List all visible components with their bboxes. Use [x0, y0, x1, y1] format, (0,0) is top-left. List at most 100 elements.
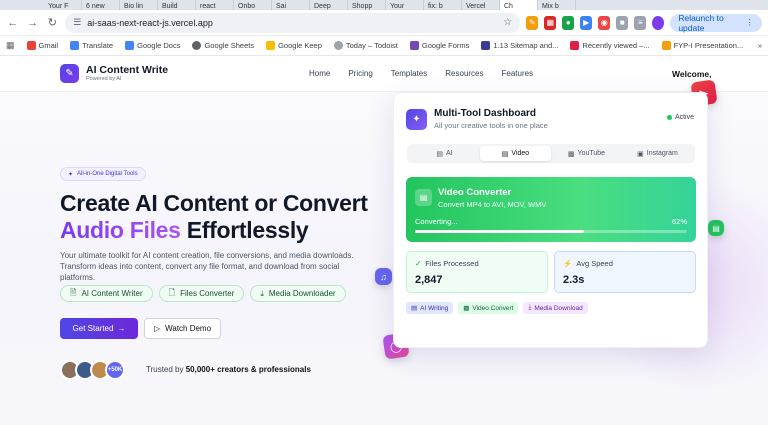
kebab-menu-icon[interactable]: ⋮ [746, 17, 755, 28]
bookmark-item[interactable]: 1.13 Sitemap and... [481, 41, 558, 50]
tag-ai-writing[interactable]: ▤ AI Writing [406, 302, 454, 314]
browser-tab[interactable]: Your [386, 0, 424, 10]
tab-instagram[interactable]: ▣ Instagram [622, 146, 693, 161]
chip-files-converter[interactable]: 🗋 Files Converter [158, 285, 245, 302]
file-icon: ▤ [501, 150, 509, 158]
stat-files-processed: ✓ Files Processed 2,847 [406, 251, 548, 293]
dashboard-header: ✦ Multi-Tool Dashboard All your creative… [406, 108, 548, 130]
address-bar[interactable]: ☰ ai-saas-next-react-js.vercel.app ☆ [65, 12, 521, 33]
pen-logo-icon[interactable]: ✎ [60, 64, 79, 83]
document-icon: 🗎 [70, 287, 77, 297]
browser-tab[interactable]: Mix b [538, 0, 576, 10]
url-text: ai-saas-next-react-js.vercel.app [87, 17, 213, 28]
record-extension-icon[interactable]: ◉ [598, 15, 611, 30]
browser-tab-strip: Your F 6 new Bio lin Build react Onbo Sa… [0, 0, 768, 10]
reload-icon[interactable]: ↻ [45, 15, 59, 31]
browser-tab[interactable]: Deep [310, 0, 348, 10]
bookmark-star-icon[interactable]: ☆ [503, 17, 512, 28]
watch-demo-button[interactable]: ▷ Watch Demo [144, 318, 221, 339]
brand-title: AI Content Write [86, 63, 169, 76]
main-menu: Home Pricing Templates Resources Feature… [309, 69, 551, 78]
tab-youtube[interactable]: ▩ YouTube [551, 146, 622, 161]
save-extension-icon[interactable]: ● [562, 15, 575, 30]
get-started-button[interactable]: Get Started → [60, 318, 138, 339]
bookmark-item[interactable]: Today – Todoist [333, 41, 398, 50]
document-icon: ▤ [411, 305, 418, 312]
chip-media-downloader[interactable]: ⤓ Media Downloader [250, 285, 346, 302]
browser-tab[interactable]: Sai [272, 0, 310, 10]
menu-item-resources[interactable]: Resources [445, 69, 483, 78]
stat-avg-speed: ⚡ Avg Speed 2.3s [554, 251, 696, 293]
hero-title-line1: Create AI Content or Convert [60, 190, 368, 216]
relaunch-button[interactable]: Relaunch to update ⋮ [670, 13, 763, 33]
sparkles-icon: ✦ [406, 108, 427, 130]
bookmark-item[interactable]: Google Docs [125, 41, 180, 50]
sparkle-icon: ✦ [68, 171, 74, 178]
converter-title: Video Converter [438, 187, 512, 198]
browser-tab[interactable]: react [196, 0, 234, 10]
profile-avatar[interactable] [652, 15, 665, 30]
puzzle-extension-icon[interactable]: ■ [616, 15, 629, 30]
menu-item-templates[interactable]: Templates [391, 69, 427, 78]
feature-chips: 🗎 AI Content Writer 🗋 Files Converter ⤓ Med… [60, 285, 346, 302]
tag-video-convert[interactable]: ▩ Video Convert [458, 302, 519, 314]
forward-icon[interactable]: → [26, 15, 40, 31]
browser-tab[interactable]: Vercel [462, 0, 500, 10]
menu-item-features[interactable]: Features [502, 69, 534, 78]
hero-title-rest: Effortlessly [186, 217, 309, 243]
browser-tab[interactable]: Bio lin [120, 0, 158, 10]
bookmark-item[interactable]: FYP-I Presentation... [661, 41, 743, 50]
dashboard-subtitle: All your creative tools in one place [434, 121, 548, 130]
progress-fill [415, 230, 584, 233]
bookmarks-bar: ▦ Gmail Translate Google Docs Google She… [0, 36, 768, 56]
hero-description: Your ultimate toolkit for AI content cre… [60, 251, 354, 282]
browser-tab[interactable]: fix: b [424, 0, 462, 10]
reading-list-icon[interactable]: ≡ [634, 15, 647, 30]
back-icon[interactable]: ← [6, 15, 20, 31]
bookmark-item[interactable]: Gmail [26, 41, 58, 50]
site-info-icon[interactable]: ☰ [73, 17, 81, 28]
user-avatars: +50K [60, 360, 125, 380]
more-bookmarks-icon[interactable]: » [758, 41, 762, 50]
bookmark-item[interactable]: Recently viewed –... [570, 41, 650, 50]
tag-media-download[interactable]: ⤓ Media Download [523, 302, 588, 314]
menu-item-pricing[interactable]: Pricing [348, 69, 372, 78]
brand-subtitle: Powered by AI [86, 76, 122, 82]
tab-ai[interactable]: ▤ AI [409, 146, 480, 161]
video-extension-icon[interactable]: ▶ [580, 15, 593, 30]
youtube-icon: ▩ [567, 150, 575, 158]
browser-tab[interactable]: 6 new [82, 0, 120, 10]
browser-tab[interactable]: Shopp [348, 0, 386, 10]
chip-ai-content-writer[interactable]: 🗎 AI Content Writer [60, 285, 153, 302]
bookmark-item[interactable]: Google Sheets [192, 41, 254, 50]
bookmark-item[interactable]: Translate [70, 41, 113, 50]
status-dot-icon [666, 115, 672, 120]
brand[interactable]: AI Content Write Powered by AI [86, 63, 169, 83]
trust-text: Trusted by 50,000+ creators & profession… [146, 365, 311, 374]
play-icon: ▷ [153, 324, 161, 333]
tab-video[interactable]: ▤ Video [480, 146, 551, 161]
download-icon: ⤓ [260, 288, 264, 298]
bookmark-item[interactable]: Google Keep [266, 41, 322, 50]
grid-extension-icon[interactable]: ▦ [544, 15, 557, 30]
feature-tags: ▤ AI Writing ▩ Video Convert ⤓ Media Downlo… [406, 302, 588, 314]
web-page: ✎ AI Content Write Powered by AI Home Pr… [0, 56, 768, 425]
apps-icon[interactable]: ▦ [6, 40, 15, 51]
progress-bar [415, 230, 687, 233]
browser-tab-active[interactable]: Ch [500, 0, 538, 10]
bookmark-item[interactable]: Google Forms [409, 41, 469, 50]
video-converter-panel[interactable]: ▤ Video Converter Convert MP4 to AVI, MO… [406, 177, 696, 242]
browser-tab[interactable]: Build [158, 0, 196, 10]
converter-subtitle: Convert MP4 to AVI, MOV, WMV [438, 200, 547, 209]
browser-tab[interactable]: Your F [44, 0, 82, 10]
dashboard-tabs: ▤ AI ▤ Video ▩ YouTube ▣ Instagram [407, 144, 695, 163]
converter-status: Converting... [415, 217, 458, 226]
music-float-icon: ♫ [375, 268, 392, 285]
browser-tab[interactable]: Onbo [234, 0, 272, 10]
lightning-icon: ⚡ [563, 259, 573, 268]
stat-value: 2.3s [563, 274, 585, 286]
menu-item-home[interactable]: Home [309, 69, 330, 78]
welcome-text: Welcome, [672, 68, 712, 79]
document-icon: ▤ [436, 150, 443, 158]
pen-extension-icon[interactable]: ✎ [526, 15, 539, 30]
